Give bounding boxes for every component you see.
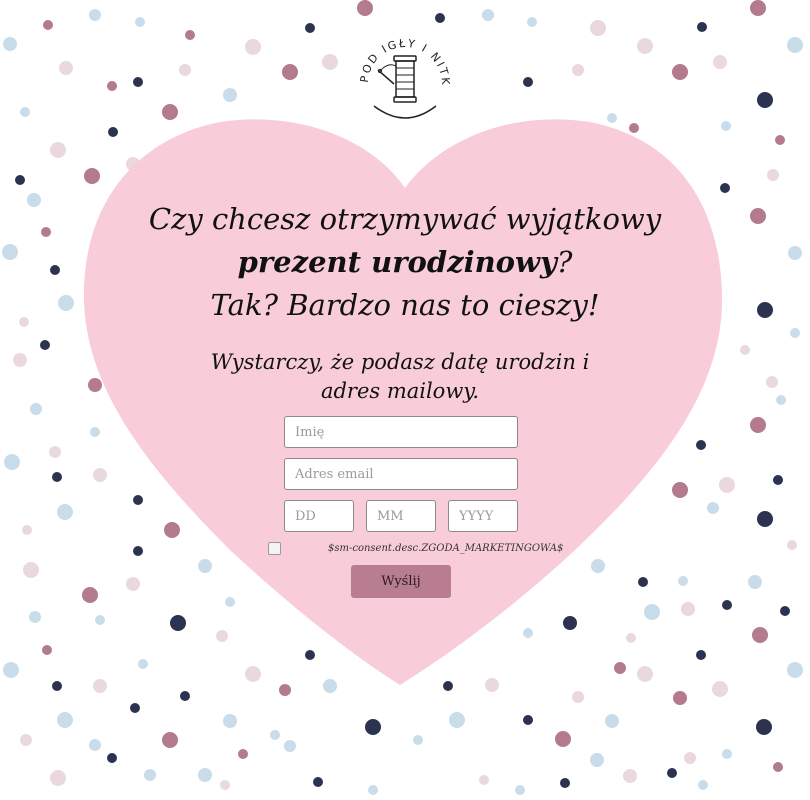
headline-bold-phrase: prezent urodzinowy: [237, 245, 557, 279]
needle-and-thread-spool-icon: [377, 55, 417, 103]
submit-button[interactable]: Wyślij: [351, 565, 451, 598]
birth-month-input[interactable]: [366, 500, 436, 532]
marketing-consent-label: $sm-consent.desc.ZGODA_MARKETINGOWA$: [328, 543, 564, 554]
headline: Czy chcesz otrzymywać wyjątkowy prezent …: [140, 198, 670, 327]
name-input[interactable]: [284, 416, 518, 448]
marketing-consent-checkbox[interactable]: [268, 542, 281, 555]
birth-day-input[interactable]: [284, 500, 354, 532]
subtext-line2: adres mailowy.: [320, 379, 480, 403]
subtext: Wystarczy, że podasz datę urodzin i adre…: [200, 348, 600, 406]
brand-logo: SPOD IGŁY I NITKI: [346, 12, 460, 132]
headline-line1: Czy chcesz otrzymywać wyjątkowy: [148, 202, 662, 236]
brand-name: SPOD IGŁY I NITKI: [346, 12, 451, 87]
svg-text:SPOD IGŁY I NITKI: SPOD IGŁY I NITKI: [350, 22, 452, 87]
headline-line3: Tak? Bardzo nas to cieszy!: [210, 288, 600, 322]
birth-year-input[interactable]: [448, 500, 518, 532]
headline-question-mark: ?: [556, 245, 573, 279]
email-input[interactable]: [284, 458, 518, 490]
subtext-line1: Wystarczy, że podasz datę urodzin i: [210, 350, 590, 374]
